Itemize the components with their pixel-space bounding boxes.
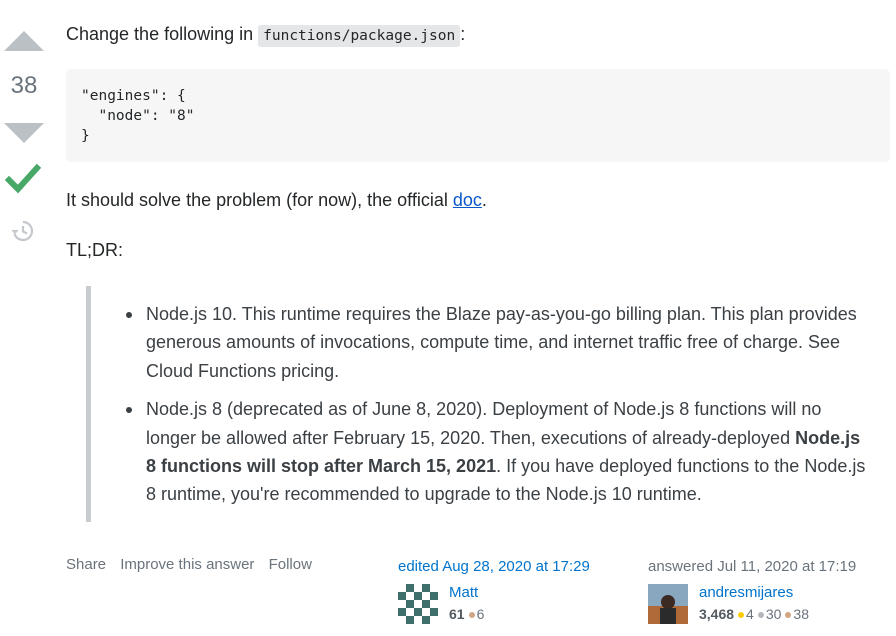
solve-text: It should solve the problem (for now), t… — [66, 190, 453, 210]
intro-suffix: : — [460, 24, 466, 44]
follow-link[interactable]: Follow — [269, 556, 312, 573]
solve-paragraph: It should solve the problem (for now), t… — [66, 187, 487, 213]
silver-badge-icon — [757, 611, 764, 618]
edited-time-link[interactable]: edited Aug 28, 2020 at 17:29 — [398, 558, 590, 575]
intro-text: Change the following in — [66, 24, 259, 44]
list-item-text: Node.js 8 (deprecated as of June 8, 2020… — [146, 399, 822, 448]
reputation-score: 61 — [449, 606, 465, 622]
answer-post: 38 Change the following in functions/pac… — [0, 0, 896, 636]
gold-badge-count: 4 — [746, 606, 754, 622]
editor-name-link[interactable]: Matt — [449, 584, 478, 601]
answerer-name-link[interactable]: andresmijares — [699, 584, 793, 601]
editor-signature: edited Aug 28, 2020 at 17:29 Matt 61 6 — [398, 558, 590, 626]
bronze-badge-icon — [785, 611, 792, 618]
solve-suffix: . — [481, 190, 487, 210]
inline-code-path: functions/package.json — [258, 25, 461, 47]
list-item-text: Node.js 10. This runtime requires the Bl… — [146, 304, 857, 381]
doc-link[interactable]: doc — [453, 190, 482, 210]
intro-paragraph: Change the following in functions/packag… — [66, 21, 465, 49]
share-link[interactable]: Share — [66, 556, 106, 573]
code-content: "engines": { "node": "8" } — [81, 88, 195, 144]
bronze-badge-count: 38 — [793, 606, 809, 622]
quote-list: Node.js 10. This runtime requires the Bl… — [91, 300, 881, 509]
downvote-arrow-icon[interactable] — [2, 120, 46, 146]
upvote-arrow-icon[interactable] — [2, 28, 46, 54]
post-menu: Share Improve this answer Follow — [66, 556, 322, 573]
bronze-badge-count: 6 — [476, 606, 485, 622]
avatar[interactable] — [398, 584, 438, 624]
accepted-check-icon — [5, 163, 41, 194]
editor-user-info: Matt 61 6 — [398, 584, 590, 626]
reputation-score: 3,468 — [699, 606, 735, 622]
avatar[interactable] — [648, 584, 688, 624]
code-block: "engines": { "node": "8" } — [66, 69, 890, 162]
answerer-signature: answered Jul 11, 2020 at 17:19 andresmij… — [648, 558, 856, 626]
vote-count: 38 — [10, 72, 38, 99]
list-item: Node.js 10. This runtime requires the Bl… — [126, 300, 866, 385]
editor-stats: 61 6 — [449, 606, 484, 622]
answerer-user-info: andresmijares 3,468 4 30 38 — [648, 584, 856, 626]
list-item: Node.js 8 (deprecated as of June 8, 2020… — [126, 395, 866, 509]
history-icon[interactable] — [10, 218, 36, 244]
answerer-stats: 3,468 4 30 38 — [699, 606, 809, 622]
gold-badge-icon — [738, 611, 745, 618]
silver-badge-count: 30 — [765, 606, 782, 622]
blockquote: Node.js 10. This runtime requires the Bl… — [86, 286, 881, 522]
bronze-badge-icon — [468, 611, 475, 618]
answered-time: answered Jul 11, 2020 at 17:19 — [648, 558, 857, 575]
tldr-label: TL;DR: — [66, 240, 124, 260]
improve-answer-link[interactable]: Improve this answer — [120, 556, 254, 573]
